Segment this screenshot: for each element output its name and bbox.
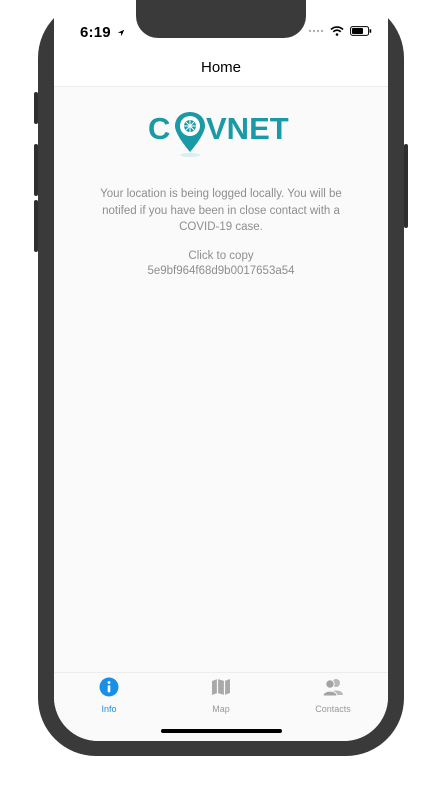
map-pin-virus-icon [175, 112, 205, 157]
covnet-logo: C VNET [148, 111, 289, 157]
page-title: Home [200, 59, 241, 76]
copy-id-link[interactable]: 5e9bf964f68d9b0017653a54 [54, 265, 388, 277]
tab-info-label: Info [101, 704, 117, 714]
tab-info[interactable]: Info [54, 677, 164, 717]
power-button [404, 144, 408, 228]
tab-map-label: Map [212, 704, 230, 714]
screen: 6:19 Home C VNET Your location is being … [54, 0, 388, 741]
tab-map[interactable]: Map [166, 677, 276, 717]
status-time: 6:19 [80, 24, 125, 41]
mute-switch [34, 92, 38, 124]
logo-text-left: C [148, 111, 170, 146]
notch [136, 0, 306, 38]
volume-up-button [34, 144, 38, 196]
cellular-signal-icon [308, 29, 324, 33]
volume-down-button [34, 200, 38, 252]
map-icon [212, 679, 230, 695]
location-logging-message: Your location is being logged locally. Y… [100, 188, 342, 233]
contacts-icon [322, 679, 343, 697]
logo-text-right: VNET [206, 111, 289, 146]
status-icons [308, 26, 372, 36]
status-time-text: 6:19 [80, 24, 111, 41]
tab-contacts[interactable]: Contacts [278, 677, 388, 717]
location-arrow-icon [118, 29, 125, 37]
copy-label: Click to copy [188, 250, 254, 262]
info-icon [99, 677, 119, 697]
tab-contacts-label: Contacts [315, 704, 351, 714]
home-indicator [161, 729, 282, 733]
battery-icon [350, 26, 372, 36]
wifi-icon [330, 26, 344, 36]
